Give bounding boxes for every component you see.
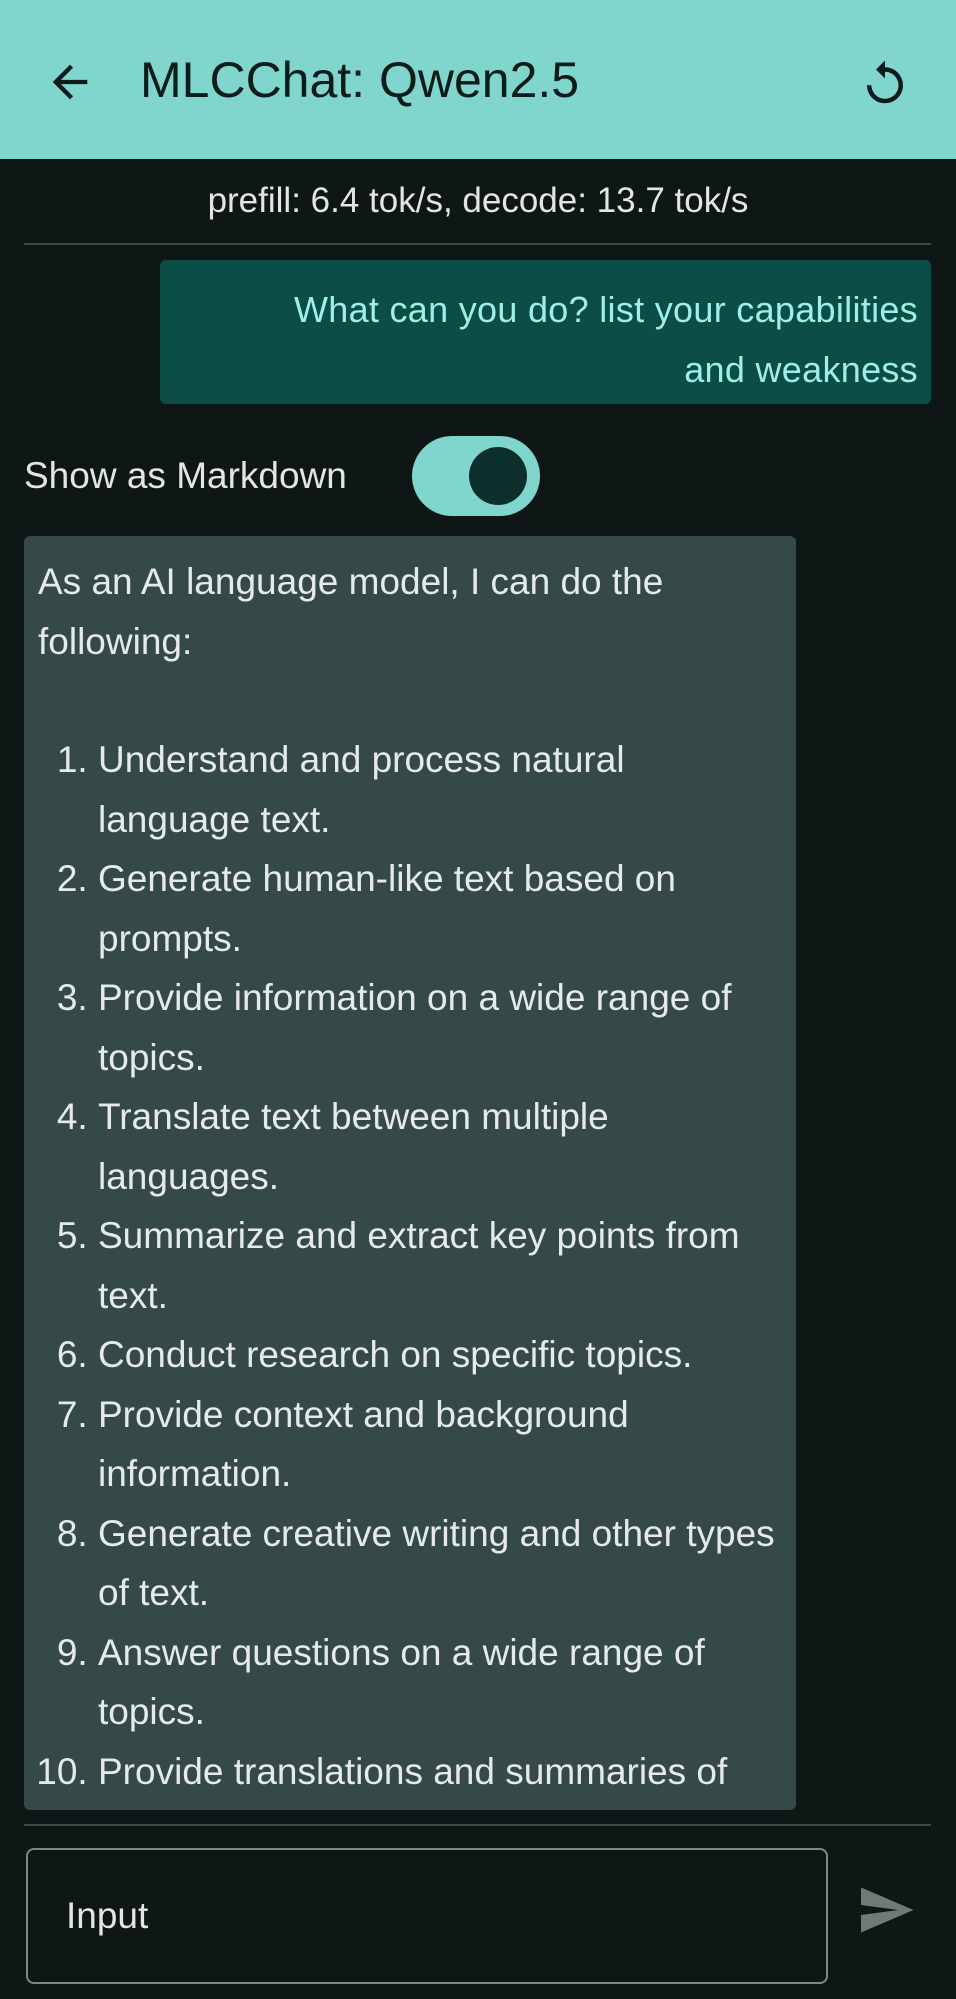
send-icon[interactable] (856, 1880, 916, 1940)
markdown-toggle-switch[interactable] (412, 436, 540, 516)
list-item: Translate text between multiple language… (98, 1087, 782, 1206)
list-item: Provide information on a wide range of t… (98, 968, 782, 1087)
assistant-message-bubble: As an AI language model, I can do the fo… (24, 536, 796, 1810)
list-item: Summarize and extract key points from te… (98, 1206, 782, 1325)
toggle-knob (469, 447, 527, 505)
list-item: Understand and process natural language … (98, 730, 782, 849)
page-title: MLCChat: Qwen2.5 (140, 52, 580, 108)
list-item: Answer questions on a wide range of topi… (98, 1623, 782, 1742)
user-message-bubble: What can you do? list your capabilities … (160, 260, 931, 404)
capabilities-list: Understand and process natural language … (38, 730, 782, 1810)
markdown-toggle-row: Show as Markdown (24, 436, 624, 516)
list-item: Generate human-like text based on prompt… (98, 849, 782, 968)
restart-icon[interactable] (858, 56, 912, 110)
list-item: Generate creative writing and other type… (98, 1504, 782, 1623)
performance-stats: prefill: 6.4 tok/s, decode: 13.7 tok/s (207, 181, 749, 220)
assistant-intro: As an AI language model, I can do the fo… (38, 561, 664, 662)
markdown-toggle-label: Show as Markdown (24, 455, 347, 496)
message-input[interactable] (26, 1848, 828, 1984)
arrow-back-icon[interactable] (44, 56, 96, 108)
list-item: Provide translations and summaries of te… (98, 1742, 782, 1811)
app-bar: MLCChat: Qwen2.5 (0, 0, 956, 159)
divider (24, 243, 931, 245)
list-item: Conduct research on specific topics. (98, 1325, 782, 1385)
divider (24, 1824, 931, 1826)
list-item: Provide context and background informati… (98, 1385, 782, 1504)
